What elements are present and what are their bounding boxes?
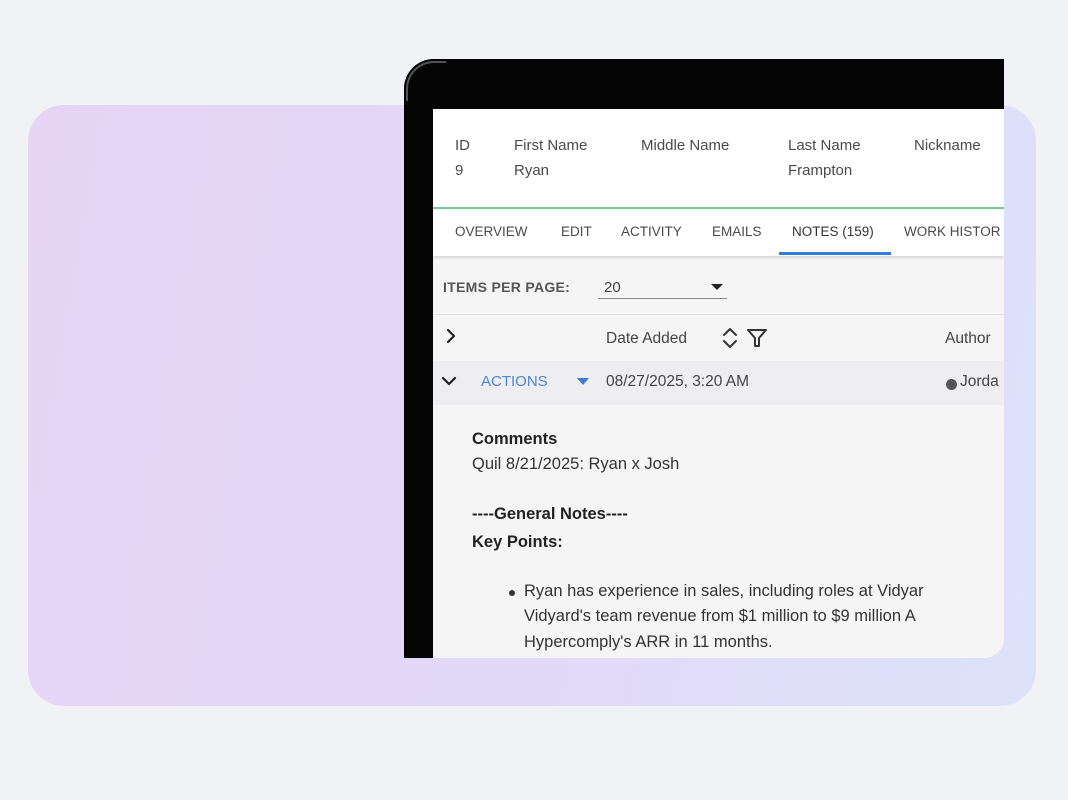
header-nickname: Nickname <box>914 133 981 158</box>
bullet-line-1: Ryan has experience in sales, including … <box>524 582 924 600</box>
note-detail: Comments Quil 8/21/2025: Ryan x Josh ---… <box>433 405 1004 658</box>
column-header-date-added[interactable]: Date Added <box>606 330 687 348</box>
row-date-added: 08/27/2025, 3:20 AM <box>606 373 750 390</box>
tab-overview[interactable]: OVERVIEW <box>455 224 528 239</box>
sort-button[interactable] <box>721 327 739 353</box>
actions-menu-button[interactable]: ACTIONS <box>481 373 548 390</box>
header-last-name-label: Last Name <box>788 137 861 154</box>
actions-caret-icon[interactable] <box>577 378 589 385</box>
sort-icon <box>723 328 737 348</box>
chevron-right-icon <box>446 328 456 344</box>
comments-heading: Comments <box>472 430 558 448</box>
items-per-page-select[interactable]: 20 <box>598 275 727 299</box>
bullet-line-3: Hypercomply's ARR in 11 months. <box>524 633 773 651</box>
header-first-name-value: Ryan <box>514 162 550 179</box>
expand-all-button[interactable] <box>445 328 457 349</box>
tab-activity[interactable]: ACTIVITY <box>621 224 682 239</box>
header-middle-name: Middle Name <box>641 133 729 158</box>
header-middle-name-label: Middle Name <box>641 137 730 154</box>
header-first-name-label: First Name <box>514 137 588 154</box>
dropdown-caret-icon <box>711 284 723 290</box>
tab-emails[interactable]: EMAILS <box>712 224 762 239</box>
pagination-controls: ITEMS PER PAGE: 20 <box>433 267 1004 315</box>
filter-button[interactable] <box>746 328 768 352</box>
bullet-icon <box>509 590 515 596</box>
active-tab-indicator <box>779 252 891 255</box>
header-last-name: Last Name Frampton <box>788 133 861 183</box>
device-bezel-top <box>404 59 1004 109</box>
items-per-page-value: 20 <box>604 279 621 296</box>
tab-work-history[interactable]: WORK HISTOR <box>904 224 1001 239</box>
record-header: ID 9 First Name Ryan Middle Name Last Na… <box>433 109 1004 209</box>
author-status-dot-icon <box>946 379 957 390</box>
device-frame: ID 9 First Name Ryan Middle Name Last Na… <box>404 59 1004 658</box>
tab-notes[interactable]: NOTES (159) <box>792 224 874 239</box>
header-first-name: First Name Ryan <box>514 133 587 183</box>
comments-text: Quil 8/21/2025: Ryan x Josh <box>472 455 680 473</box>
collapse-row-button[interactable] <box>441 371 457 395</box>
items-per-page-label: ITEMS PER PAGE: <box>443 279 571 295</box>
bullet-line-2: Vidyard's team revenue from $1 million t… <box>524 607 916 625</box>
row-author: Jorda <box>960 373 999 390</box>
header-nickname-label: Nickname <box>914 137 981 154</box>
general-notes-heading: ----General Notes---- <box>472 505 628 523</box>
app-screen: ID 9 First Name Ryan Middle Name Last Na… <box>433 109 1004 658</box>
key-points-heading: Key Points: <box>472 533 563 551</box>
device-bezel-left <box>404 59 433 658</box>
record-tabs: OVERVIEW EDIT ACTIVITY EMAILS NOTES (159… <box>433 210 1004 256</box>
filter-icon <box>747 329 767 347</box>
header-id-label: ID <box>455 137 470 154</box>
chevron-down-icon <box>441 376 457 386</box>
header-id-value: 9 <box>455 162 464 179</box>
table-row: ACTIONS 08/27/2025, 3:20 AM Jorda <box>433 361 1004 405</box>
header-id: ID 9 <box>455 133 470 183</box>
notes-table-header: Date Added Author <box>433 316 1004 361</box>
header-last-name-value: Frampton <box>788 162 853 179</box>
bullet-line-4: R <box>524 656 536 658</box>
tab-edit[interactable]: EDIT <box>561 224 592 239</box>
column-header-author[interactable]: Author <box>945 330 991 348</box>
